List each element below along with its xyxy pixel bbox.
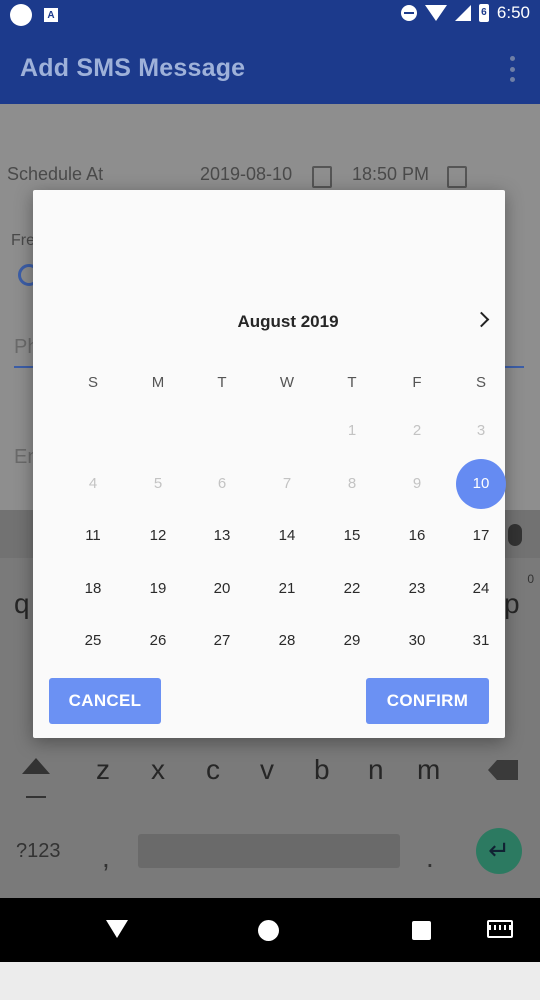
key-m[interactable]: m	[417, 754, 440, 786]
app-notification-icon: A	[44, 8, 58, 22]
calendar-day[interactable]: 18	[68, 564, 118, 614]
key-b[interactable]: b	[314, 754, 330, 786]
calendar-day[interactable]: 19	[133, 564, 183, 614]
key-v[interactable]: v	[260, 754, 274, 786]
bottom-strip	[0, 962, 540, 1000]
calendar-icon[interactable]	[312, 166, 332, 188]
calendar-day[interactable]: 23	[392, 564, 442, 614]
calendar-day: 5	[153, 475, 163, 492]
page-title: Add SMS Message	[20, 54, 246, 82]
calendar-day[interactable]: 15	[327, 511, 377, 561]
calendar-day[interactable]: 16	[392, 511, 442, 561]
calendar-day: 1	[347, 422, 357, 439]
weekday-header: W	[279, 374, 295, 391]
period-key[interactable]: .	[426, 842, 434, 874]
signal-icon	[454, 5, 471, 21]
shift-icon[interactable]	[22, 758, 50, 774]
comma-key[interactable]: ,	[102, 842, 110, 874]
backspace-icon[interactable]	[488, 760, 518, 780]
schedule-time-value[interactable]: 18:50 PM	[352, 164, 429, 185]
notification-dot-icon	[10, 4, 32, 26]
calendar-day[interactable]: 20	[197, 564, 247, 614]
calendar-day: 6	[217, 475, 227, 492]
mic-icon[interactable]	[508, 524, 522, 546]
schedule-date-value[interactable]: 2019-08-10	[200, 164, 292, 185]
confirm-button[interactable]: CONFIRM	[366, 678, 489, 724]
date-picker-dialog: August 2019 SMTWTFS 1 2 3 4 5 6 7 8 9 10 11 12 13 14 1…	[33, 190, 506, 738]
navigation-bar	[0, 898, 540, 962]
calendar-day[interactable]: 17	[456, 511, 506, 561]
key-n[interactable]: n	[368, 754, 384, 786]
status-bar: A 6 6:50	[0, 0, 540, 32]
calendar-day: 7	[282, 475, 292, 492]
weekday-header: S	[87, 374, 98, 391]
month-title: August 2019	[237, 312, 339, 331]
calendar-day[interactable]: 13	[197, 511, 247, 561]
calendar-day[interactable]: 25	[68, 616, 118, 666]
cancel-button[interactable]: CANCEL	[49, 678, 161, 724]
more-options-icon[interactable]	[508, 56, 516, 82]
weekday-header: S	[475, 374, 486, 391]
schedule-label: Schedule At	[7, 164, 104, 184]
calendar-day: 8	[347, 475, 357, 492]
calendar-day: 9	[412, 475, 422, 492]
calendar-day[interactable]: 21	[262, 564, 312, 614]
app-bar: Add SMS Message	[0, 32, 540, 104]
key-x[interactable]: x	[151, 754, 165, 786]
calendar-day[interactable]: 27	[197, 616, 247, 666]
space-key[interactable]	[138, 834, 400, 868]
key-hint: 0	[527, 572, 534, 586]
weekday-header: T	[217, 374, 227, 391]
calendar-day: 4	[88, 475, 98, 492]
shift-indicator	[26, 796, 46, 798]
status-time: 6:50	[496, 3, 530, 22]
calendar-day[interactable]: 31	[456, 616, 506, 666]
weekday-header: M	[151, 374, 165, 391]
key-c[interactable]: c	[206, 754, 220, 786]
battery-icon: 6	[478, 4, 489, 22]
calendar-day[interactable]: 29	[327, 616, 377, 666]
calendar-day-selected[interactable]: 10	[456, 459, 506, 509]
weekday-header: F	[412, 374, 422, 391]
calendar-day[interactable]: 30	[392, 616, 442, 666]
calendar-day: 3	[476, 422, 486, 439]
frequency-label: Fre	[11, 232, 35, 249]
calendar-day[interactable]: 28	[262, 616, 312, 666]
key-q[interactable]: q	[14, 588, 30, 620]
calendar-day[interactable]: 14	[262, 511, 312, 561]
back-icon[interactable]	[106, 920, 128, 938]
symbols-key[interactable]: ?123	[16, 840, 61, 863]
calendar-day[interactable]: 26	[133, 616, 183, 666]
wifi-icon	[424, 5, 447, 21]
home-icon[interactable]	[258, 920, 279, 941]
key-z[interactable]: z	[96, 754, 110, 786]
calendar-day[interactable]: 24	[456, 564, 506, 614]
calendar-day[interactable]: 22	[327, 564, 377, 614]
recents-icon[interactable]	[412, 921, 431, 940]
key-p[interactable]: p	[504, 588, 520, 620]
calendar-day: 2	[412, 422, 422, 439]
do-not-disturb-icon	[400, 5, 417, 21]
weekday-header: T	[347, 374, 357, 391]
enter-key[interactable]	[476, 828, 522, 874]
calendar-day[interactable]: 12	[133, 511, 183, 561]
keyboard-switch-icon[interactable]	[487, 920, 513, 938]
time-calendar-icon[interactable]	[447, 166, 467, 188]
calendar-day[interactable]: 11	[68, 511, 118, 561]
